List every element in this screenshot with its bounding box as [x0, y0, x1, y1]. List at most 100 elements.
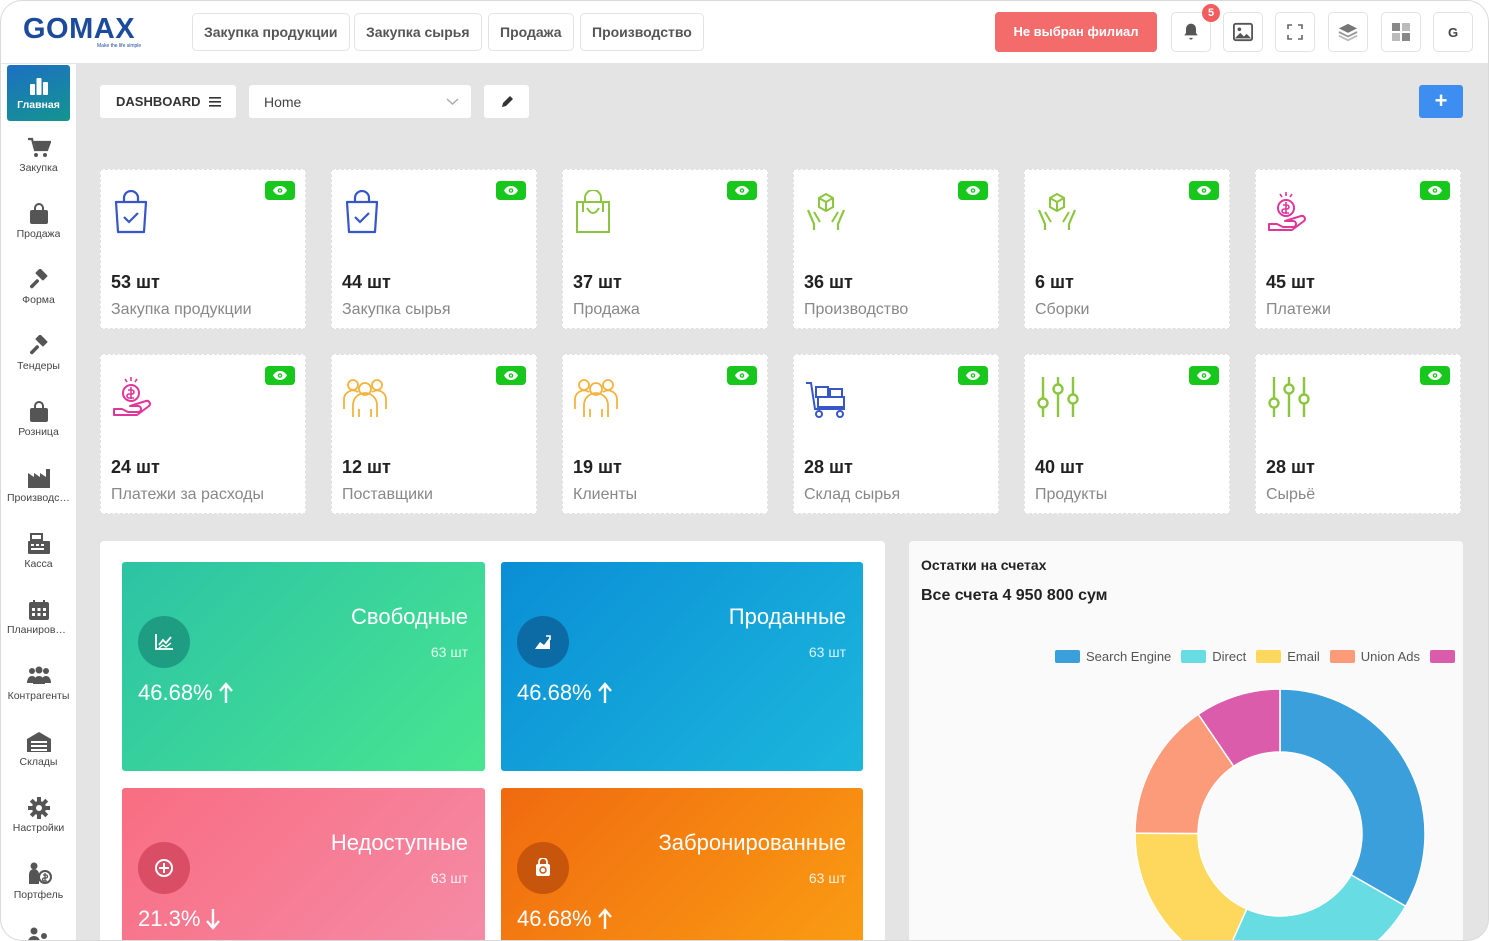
stat-card[interactable]: 6 шт Сборки: [1024, 169, 1230, 329]
tile-unavailable[interactable]: Недоступные 63 шт 21.3%: [122, 788, 485, 940]
sidebar-item-settings[interactable]: Настройки: [7, 787, 70, 843]
tile-count: 63 шт: [808, 870, 846, 886]
legend-item[interactable]: Search Engine: [1055, 649, 1171, 664]
gallery-button[interactable]: [1223, 12, 1263, 52]
legend-label: Union Ads: [1360, 649, 1421, 664]
view-button[interactable]: [1189, 366, 1219, 385]
tile-percent: 46.68%: [517, 906, 612, 932]
sidebar-item-warehouses[interactable]: Склады: [7, 721, 70, 777]
stat-card[interactable]: 44 шт Закупка сырья: [331, 169, 537, 329]
box-hands-icon: [1035, 190, 1079, 238]
stat-card[interactable]: 28 шт Склад сырья: [793, 354, 999, 514]
view-button[interactable]: [1189, 181, 1219, 200]
legend-item[interactable]: [1430, 649, 1456, 664]
sidebar-item-retail[interactable]: Розница: [7, 391, 70, 447]
legend-swatch: [1329, 650, 1355, 663]
sidebar-item-cash[interactable]: Касса: [7, 523, 70, 579]
shopping-bag-check-icon: [111, 189, 155, 238]
tile-free[interactable]: Свободные 63 шт 46.68%: [122, 562, 485, 771]
group-icon: [573, 375, 618, 423]
tile-sold[interactable]: Проданные 63 шт 46.68%: [501, 562, 863, 771]
tile-title: Забронированные: [658, 830, 846, 855]
sidebar-item-purchase[interactable]: Закупка: [7, 127, 70, 183]
stat-card[interactable]: 12 шт Поставщики: [331, 354, 537, 514]
fullscreen-button[interactable]: [1275, 12, 1315, 52]
stat-card[interactable]: 45 шт Платежи: [1255, 169, 1461, 329]
stat-card[interactable]: 28 шт Сырьё: [1255, 354, 1461, 514]
stat-card[interactable]: 19 шт Клиенты: [562, 354, 768, 514]
sidebar-item-label: Тендеры: [17, 359, 60, 372]
nav-tab-product-purchase[interactable]: Закупка продукции: [192, 13, 350, 51]
sidebar-item-production[interactable]: Производство: [7, 457, 70, 513]
legend-item[interactable]: Email: [1256, 649, 1320, 664]
donut-slice[interactable]: [1279, 688, 1426, 908]
eye-icon: [1197, 186, 1211, 195]
view-button[interactable]: [265, 181, 295, 200]
stat-count: 37 шт: [573, 272, 622, 292]
stat-card[interactable]: 36 шт Производство: [793, 169, 999, 329]
stat-label: Клиенты: [573, 486, 638, 503]
apps-button[interactable]: [1381, 12, 1421, 52]
stat-label: Продажа: [573, 301, 640, 318]
tile-percent-value: 46.68%: [517, 906, 592, 931]
add-widget-button[interactable]: +: [1419, 85, 1463, 118]
stat-label: Закупка сырья: [342, 301, 451, 318]
trolley-icon: [804, 375, 848, 423]
bag-icon: [29, 400, 48, 422]
sidebar-item-label: Контрагенты: [7, 689, 70, 702]
view-button[interactable]: [265, 366, 295, 385]
arrow-up-icon: [597, 682, 612, 703]
chart-line-icon: [138, 616, 190, 668]
view-button[interactable]: [727, 181, 757, 200]
user-menu-button[interactable]: G: [1433, 12, 1473, 52]
sliders-icon: [1035, 375, 1079, 423]
tile-title: Недоступные: [330, 830, 468, 855]
view-button[interactable]: [1420, 366, 1450, 385]
tile-percent-value: 21.3%: [138, 906, 201, 931]
view-button[interactable]: [727, 366, 757, 385]
dashboard-menu-button[interactable]: DASHBOARD: [100, 85, 236, 118]
view-button[interactable]: [496, 181, 526, 200]
stat-count: 40 шт: [1035, 457, 1084, 477]
shopping-bag-icon: [573, 189, 617, 238]
nav-tab-raw-purchase[interactable]: Закупка сырья: [354, 13, 482, 51]
shopping-bag-check-icon: [342, 189, 386, 238]
tile-percent: 46.68%: [138, 680, 233, 706]
arrow-up-icon: [218, 682, 233, 703]
cart-icon: [27, 137, 51, 157]
nav-tab-sales[interactable]: Продажа: [488, 13, 574, 51]
nav-tab-production[interactable]: Производство: [580, 13, 704, 51]
legend-item[interactable]: Direct: [1181, 649, 1246, 664]
sidebar-item-counterparties[interactable]: Контрагенты: [7, 655, 70, 711]
sidebar-item-label: Настройки: [12, 821, 65, 834]
stat-count: 24 шт: [111, 457, 160, 477]
legend-item[interactable]: Union Ads: [1329, 649, 1421, 664]
stat-card[interactable]: 24 шт Платежи за расходы: [100, 354, 306, 514]
tile-title: Проданные: [728, 604, 846, 629]
edit-dashboard-button[interactable]: [484, 85, 529, 118]
sidebar-item-tenders[interactable]: Тендеры: [7, 325, 70, 381]
sidebar-item-sales[interactable]: Продажа: [7, 193, 70, 249]
branch-select-button[interactable]: Не выбран филиал: [995, 12, 1157, 52]
stat-card[interactable]: 40 шт Продукты: [1024, 354, 1230, 514]
sidebar-item-form[interactable]: Форма: [7, 259, 70, 315]
sidebar-item-portfolio[interactable]: Портфель: [7, 853, 70, 909]
view-button[interactable]: [1420, 181, 1450, 200]
arrow-down-icon: [206, 909, 221, 930]
sidebar-item-home[interactable]: Главная: [7, 65, 70, 121]
view-button[interactable]: [958, 366, 988, 385]
eye-icon: [504, 186, 518, 195]
logo[interactable]: GOMAX Make the life simple: [23, 13, 143, 53]
view-button[interactable]: [496, 366, 526, 385]
tile-reserved[interactable]: Забронированные 63 шт 46.68%: [501, 788, 863, 940]
sidebar-item-planning[interactable]: Планирование: [7, 589, 70, 645]
dashboard-select[interactable]: Home: [249, 85, 471, 118]
donut-slice[interactable]: [1135, 832, 1248, 941]
cash-register-icon: [27, 532, 50, 554]
tile-percent-value: 46.68%: [517, 680, 592, 705]
chart-legend: Search Engine Direct Email Union Ads: [1055, 649, 1456, 664]
view-button[interactable]: [958, 181, 988, 200]
stat-card[interactable]: 53 шт Закупка продукции: [100, 169, 306, 329]
stat-card[interactable]: 37 шт Продажа: [562, 169, 768, 329]
layers-button[interactable]: [1328, 12, 1368, 52]
